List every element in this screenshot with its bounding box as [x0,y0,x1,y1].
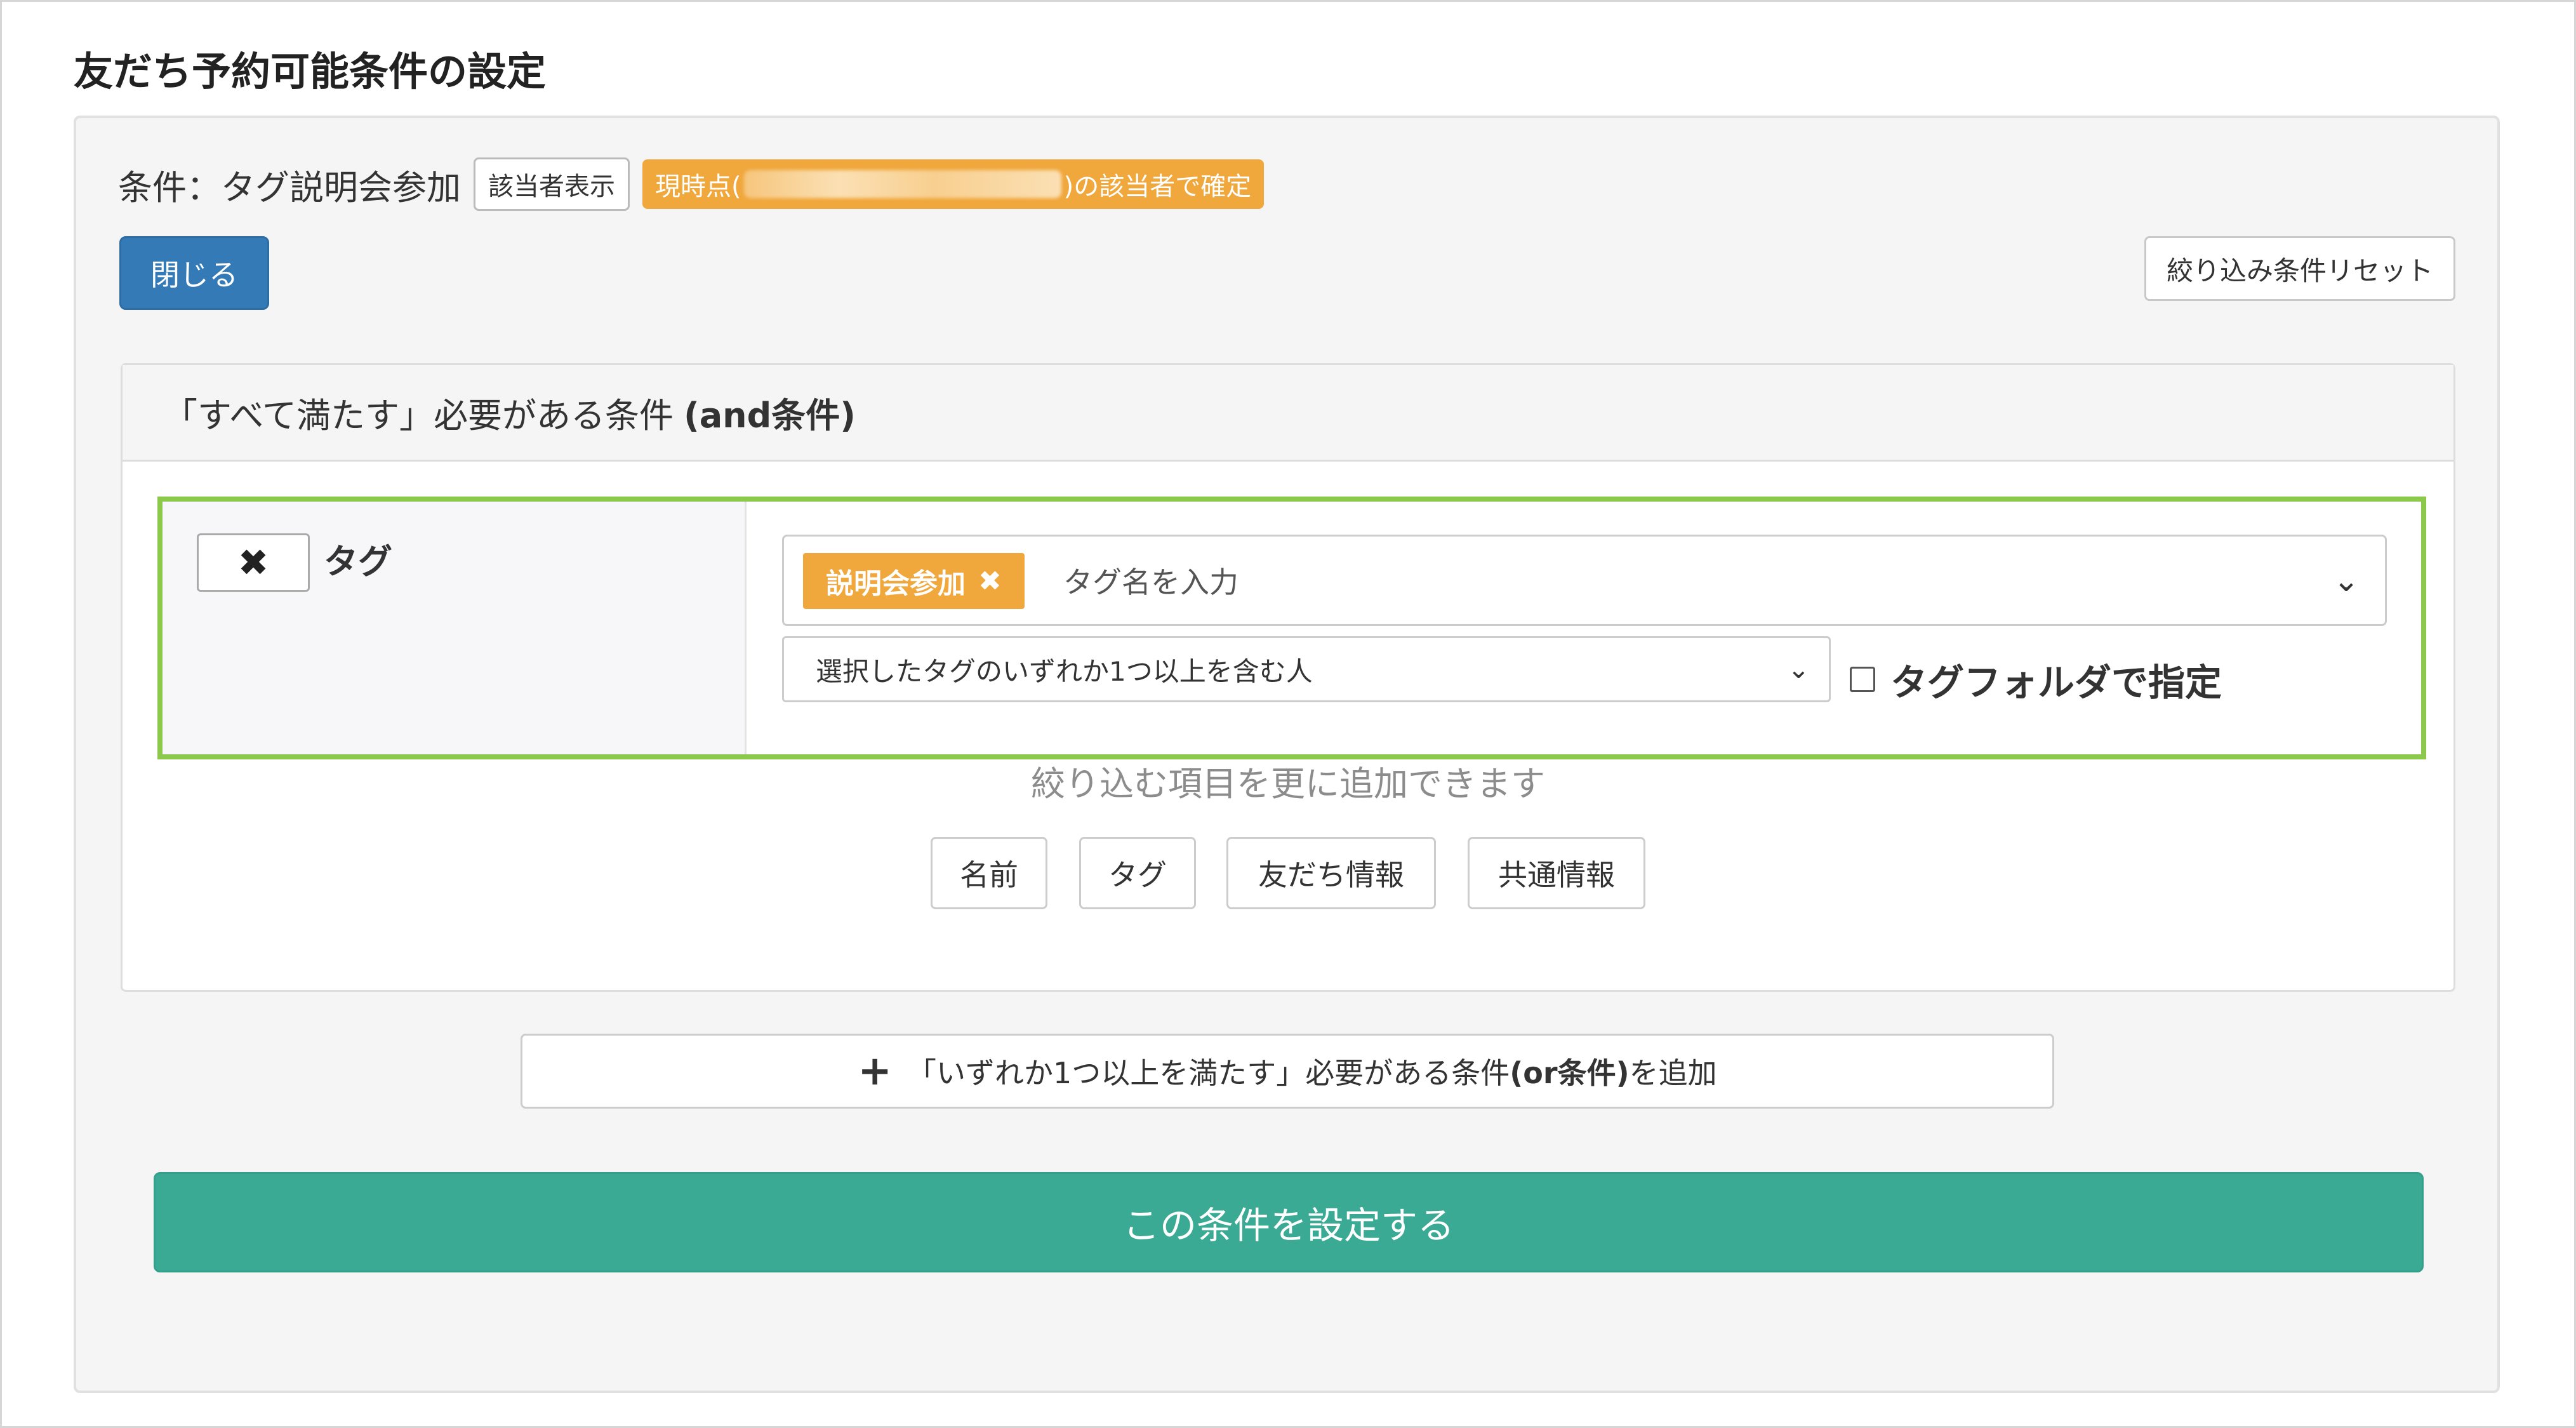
tag-multiselect-input[interactable]: 説明会参加 ✖ タグ名を入力 ⌄ [782,535,2387,626]
add-or-condition-button[interactable]: + 「いずれか1つ以上を満たす」必要がある条件(or条件)を追加 [521,1034,2054,1109]
add-friend-info-filter-button[interactable]: 友だち情報 [1226,837,1436,909]
and-header-text: 「すべて満たす」必要がある条件 [163,396,674,436]
confirm-badge-suffix: )の該当者で確定 [1063,172,1252,201]
add-tag-filter-button[interactable]: タグ [1079,837,1196,909]
remove-condition-button[interactable]: ✖ [197,533,310,592]
chip-label: 説明会参加 [826,568,966,600]
tag-condition-row: ✖ タグ 説明会参加 ✖ タグ名を入力 ⌄ 選択したタグのいずれか1つ以上を含む… [157,497,2426,759]
tag-row-label: タグ [324,542,392,582]
show-matching-button[interactable]: 該当者表示 [474,157,630,211]
condition-summary: 条件：タグ説明会参加 該当者表示 現時点( )の該当者で確定 [118,157,1265,211]
tag-row-label-cell: ✖ タグ [163,502,747,754]
or-button-label: 「いずれか1つ以上を満たす」必要がある条件(or条件)を追加 [907,1056,1717,1090]
tag-folder-option[interactable]: タグフォルダで指定 [1850,653,2222,706]
confirm-badge-prefix: 現時点( [655,172,741,201]
chevron-down-icon[interactable]: ⌄ [2333,562,2360,599]
close-button[interactable]: 閉じる [119,236,269,310]
add-filter-hint: 絞り込む項目を更に追加できます [1031,764,1545,804]
add-name-filter-button[interactable]: 名前 [931,837,1047,909]
plus-icon: + [858,1048,892,1095]
match-type-value: 選択したタグのいずれか1つ以上を含む人 [816,655,1313,687]
condition-text: 条件：タグ説明会参加 [118,167,461,208]
tag-search-placeholder[interactable]: タグ名を入力 [1063,559,1238,601]
confirm-badge[interactable]: 現時点( )の該当者で確定 [642,159,1265,209]
reset-filters-button[interactable]: 絞り込み条件リセット [2144,236,2455,301]
selected-tag-chip[interactable]: 説明会参加 ✖ [803,553,1025,609]
chip-remove-icon[interactable]: ✖ [978,565,1002,597]
and-header-bold: (and条件) [684,396,856,436]
set-condition-button[interactable]: この条件を設定する [154,1172,2424,1272]
select-chevron-icon: ⌄ [1787,653,1810,684]
close-icon: ✖ [237,541,269,584]
page-title: 友だち予約可能条件の設定 [74,48,547,95]
add-common-info-filter-button[interactable]: 共通情報 [1468,837,1645,909]
and-condition-header: 「すべて満たす」必要がある条件 (and条件) [123,365,2453,462]
tag-folder-checkbox[interactable] [1850,667,1875,692]
tag-folder-label[interactable]: タグフォルダで指定 [1890,653,2222,706]
redacted-timestamp [743,170,1061,198]
match-type-select[interactable]: 選択したタグのいずれか1つ以上を含む人 ⌄ [782,636,1831,702]
